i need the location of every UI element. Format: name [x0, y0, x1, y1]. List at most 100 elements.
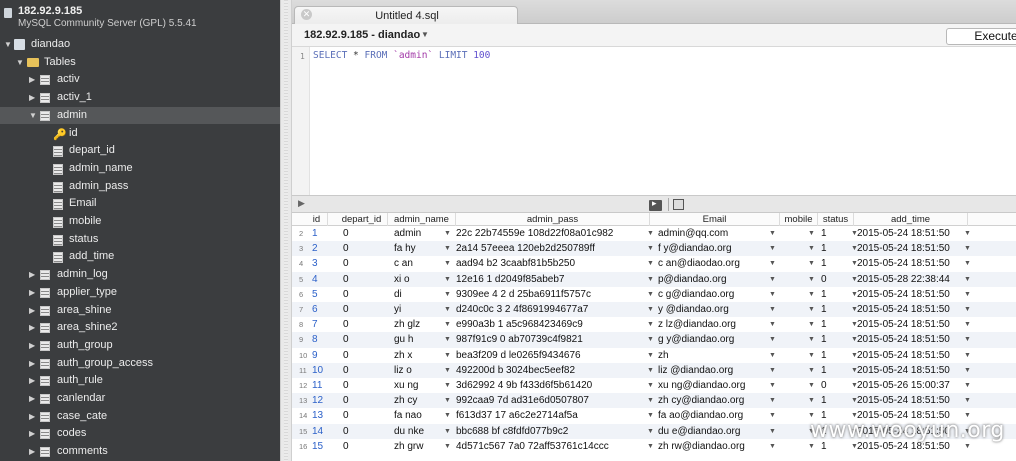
cell-id[interactable]: 10 [312, 363, 323, 378]
cell-id[interactable]: 8 [312, 332, 318, 347]
cell-dropdown-icon[interactable]: ▼ [769, 332, 776, 347]
cell-admin-pass[interactable]: aad94 b2 3caabf81b5b250 [456, 256, 636, 271]
cell-dropdown-icon[interactable]: ▼ [444, 439, 451, 454]
chevron-right-icon[interactable]: ▶ [29, 319, 37, 336]
cell-dropdown-icon[interactable]: ▼ [647, 363, 654, 378]
column-header[interactable]: depart_id [336, 213, 388, 226]
cell-dropdown-icon[interactable]: ▼ [964, 317, 971, 332]
cell-dropdown-icon[interactable]: ▼ [808, 317, 815, 332]
cell-email[interactable]: admin@qq.com [658, 226, 778, 241]
column-item[interactable]: admin_pass [0, 178, 280, 195]
cell-admin-pass[interactable]: e990a3b 1 a5c968423469c9 [456, 317, 636, 332]
cell-status[interactable]: 1 [821, 302, 827, 317]
cell-email[interactable]: p@diandao.org [658, 272, 778, 287]
column-header[interactable]: id [306, 213, 328, 226]
table-row[interactable]: 5 4 0 xi o 12e16 1 d2049f85abeb7 p@diandao.o… [292, 271, 1016, 287]
table-row[interactable]: 6 5 0 di 9309ee 4 2 d 25ba6911f5757c c g@dian… [292, 287, 1016, 302]
chevron-right-icon[interactable]: ▶ [29, 337, 37, 354]
cell-admin-pass[interactable]: 992caa9 7d ad31e6d0507807 [456, 393, 636, 408]
cell-admin-pass[interactable]: 492200d b 3024bec5eef82 [456, 363, 636, 378]
cell-dropdown-icon[interactable]: ▼ [851, 302, 858, 317]
chevron-right-icon[interactable]: ▶ [29, 266, 37, 283]
column-item[interactable]: status [0, 231, 280, 248]
cell-dropdown-icon[interactable]: ▼ [444, 272, 451, 287]
cell-dropdown-icon[interactable]: ▼ [808, 393, 815, 408]
column-item[interactable]: add_time [0, 248, 280, 265]
cell-admin-pass[interactable]: 3d62992 4 9b f433d6f5b61420 [456, 378, 636, 393]
cell-add-time[interactable]: 2015-05-24 18:51:50 [857, 302, 950, 317]
cell-status[interactable]: 1 [821, 393, 827, 408]
table-item[interactable]: ▶ activ [0, 71, 280, 88]
cell-depart-id[interactable]: 0 [343, 424, 349, 439]
cell-email[interactable]: g y@diandao.org [658, 332, 778, 347]
table-item[interactable]: ▶ area_shine2 [0, 319, 280, 336]
cell-id[interactable]: 1 [312, 226, 318, 241]
cell-dropdown-icon[interactable]: ▼ [851, 226, 858, 241]
cell-add-time[interactable]: 2015-05-28 22:38:44 [857, 272, 950, 287]
cell-status[interactable]: 1 [821, 256, 827, 271]
execute-button[interactable]: Execute [946, 28, 1016, 45]
cell-dropdown-icon[interactable]: ▼ [851, 317, 858, 332]
table-row[interactable]: 8 7 0 zh glz e990a3b 1 a5c968423469c9 z lz@di… [292, 317, 1016, 332]
cell-admin-pass[interactable]: bea3f209 d le0265f9434676 [456, 348, 636, 363]
cell-dropdown-icon[interactable]: ▼ [769, 363, 776, 378]
cell-admin-pass[interactable]: 2a14 57eeea 120eb2d250789ff [456, 241, 636, 256]
cell-dropdown-icon[interactable]: ▼ [647, 241, 654, 256]
cell-dropdown-icon[interactable]: ▼ [769, 348, 776, 363]
media-view-icon[interactable] [649, 198, 662, 211]
cell-email[interactable]: du e@diandao.org [658, 424, 778, 439]
cell-id[interactable]: 6 [312, 302, 318, 317]
cell-email[interactable]: f y@diandao.org [658, 241, 778, 256]
column-item[interactable]: Email [0, 195, 280, 212]
cell-dropdown-icon[interactable]: ▼ [851, 363, 858, 378]
cell-dropdown-icon[interactable]: ▼ [647, 393, 654, 408]
cell-id[interactable]: 9 [312, 348, 318, 363]
chevron-right-icon[interactable]: ▶ [29, 89, 37, 106]
column-item[interactable]: 🔑 id [0, 125, 280, 142]
cell-depart-id[interactable]: 0 [343, 393, 349, 408]
chevron-right-icon[interactable]: ▶ [29, 355, 37, 372]
cell-depart-id[interactable]: 0 [343, 348, 349, 363]
connection-selector[interactable]: 182.92.9.185 - diandao [304, 29, 420, 41]
sql-code[interactable]: SELECT * FROM `admin` LIMIT 100 [313, 50, 490, 61]
cell-dropdown-icon[interactable]: ▼ [769, 226, 776, 241]
cell-dropdown-icon[interactable]: ▼ [808, 272, 815, 287]
cell-dropdown-icon[interactable]: ▼ [769, 393, 776, 408]
cell-dropdown-icon[interactable]: ▼ [647, 226, 654, 241]
chevron-down-icon[interactable]: ▼ [16, 54, 24, 71]
cell-dropdown-icon[interactable]: ▼ [647, 256, 654, 271]
table-item[interactable]: ▶ auth_rule [0, 372, 280, 389]
column-item[interactable]: admin_name [0, 160, 280, 177]
cell-dropdown-icon[interactable]: ▼ [851, 272, 858, 287]
cell-dropdown-icon[interactable]: ▼ [444, 302, 451, 317]
cell-email[interactable]: c an@diaodao.org [658, 256, 778, 271]
cell-add-time[interactable]: 2015-05-24 18:51:50 [857, 348, 950, 363]
cell-dropdown-icon[interactable]: ▼ [647, 424, 654, 439]
cell-dropdown-icon[interactable]: ▼ [808, 348, 815, 363]
cell-email[interactable]: liz @diandao.org [658, 363, 778, 378]
column-header[interactable]: admin_name [388, 213, 456, 226]
cell-dropdown-icon[interactable]: ▼ [444, 348, 451, 363]
table-row[interactable]: 7 6 0 yi d240c0c 3 2 4f8691994677a7 y @dianda… [292, 302, 1016, 318]
cell-add-time[interactable]: 2015-05-24 18:51:50 [857, 332, 950, 347]
cell-add-time[interactable]: 2015-05-24 18:51:50 [857, 287, 950, 302]
cell-depart-id[interactable]: 0 [343, 272, 349, 287]
server-header[interactable]: 182.92.9.185 MySQL Community Server (GPL… [0, 0, 280, 34]
cell-depart-id[interactable]: 0 [343, 226, 349, 241]
cell-depart-id[interactable]: 0 [343, 378, 349, 393]
cell-dropdown-icon[interactable]: ▼ [647, 287, 654, 302]
table-row[interactable]: 2 1 0 admin 22c 22b74559e 108d22f08a01c982 ad… [292, 226, 1016, 241]
cell-dropdown-icon[interactable]: ▼ [444, 287, 451, 302]
cell-status[interactable]: 1 [821, 287, 827, 302]
cell-dropdown-icon[interactable]: ▼ [769, 424, 776, 439]
cell-id[interactable]: 14 [312, 424, 323, 439]
cell-admin-pass[interactable]: 4d571c567 7a0 72aff53761c14ccc [456, 439, 636, 454]
cell-id[interactable]: 3 [312, 256, 318, 271]
chevron-right-icon[interactable]: ▶ [29, 284, 37, 301]
chevron-right-icon[interactable]: ▶ [29, 443, 37, 460]
cell-dropdown-icon[interactable]: ▼ [647, 332, 654, 347]
cell-add-time[interactable]: 2015-05-24 18:51:50 [857, 241, 950, 256]
cell-dropdown-icon[interactable]: ▼ [851, 256, 858, 271]
cell-depart-id[interactable]: 0 [343, 241, 349, 256]
cell-dropdown-icon[interactable]: ▼ [808, 241, 815, 256]
